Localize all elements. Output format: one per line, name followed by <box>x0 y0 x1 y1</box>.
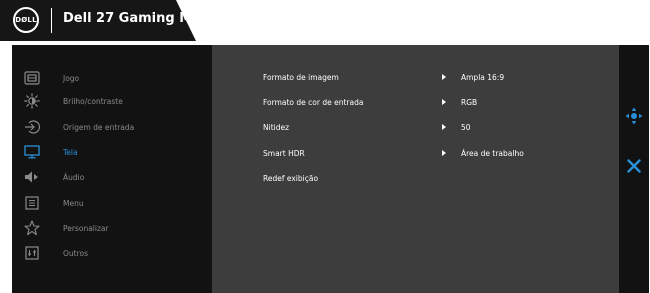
setting-row-smart-hdr[interactable]: Smart HDR Área de trabalho <box>212 142 619 166</box>
star-icon <box>23 219 41 237</box>
close-icon[interactable] <box>626 158 642 174</box>
arrow-right-icon <box>442 74 446 80</box>
gamepad-icon <box>23 69 41 87</box>
sidebar-item-label: Outros <box>63 248 89 258</box>
setting-row-formato-imagem[interactable]: Formato de imagem Ampla 16:9 <box>212 66 619 90</box>
display-icon <box>23 143 41 161</box>
setting-row-formato-cor[interactable]: Formato de cor de entrada RGB <box>212 91 619 115</box>
speaker-icon <box>23 168 41 186</box>
sidebar-menu: Jogo Brilho/contraste Origem de entrada … <box>12 45 212 293</box>
setting-value: 50 <box>461 123 471 132</box>
sidebar-item-brilho[interactable]: Brilho/contraste <box>12 89 212 113</box>
setting-row-nitidez[interactable]: Nitidez 50 <box>212 116 619 140</box>
sidebar-item-label: Origem de entrada <box>63 122 135 132</box>
sidebar-item-outros[interactable]: Outros <box>12 241 212 265</box>
sidebar-item-personalizar[interactable]: Personalizar <box>12 216 212 240</box>
setting-row-redef-exibicao[interactable]: Redef exibição <box>212 167 619 191</box>
sidebar-item-audio[interactable]: Áudio <box>12 165 212 189</box>
arrow-right-icon <box>442 99 446 105</box>
sidebar-item-label: Áudio <box>63 172 85 182</box>
setting-value: RGB <box>461 98 478 107</box>
control-bar <box>619 45 649 293</box>
sidebar-item-origem[interactable]: Origem de entrada <box>12 115 212 139</box>
setting-label: Smart HDR <box>263 149 305 158</box>
setting-label: Redef exibição <box>263 174 319 183</box>
arrow-right-icon <box>442 150 446 156</box>
setting-value: Ampla 16:9 <box>461 73 505 82</box>
sidebar-item-menu[interactable]: Menu <box>12 191 212 215</box>
sidebar-item-label: Brilho/contraste <box>63 96 123 106</box>
sidebar-item-label: Personalizar <box>63 223 109 233</box>
setting-label: Formato de imagem <box>263 73 339 82</box>
sidebar-item-tela[interactable]: Tela <box>12 140 212 164</box>
sidebar-item-label: Menu <box>63 198 84 208</box>
setting-value: Área de trabalho <box>461 149 524 158</box>
settings-panel: Formato de imagem Ampla 16:9 Formato de … <box>212 45 619 293</box>
monitor-osd-screen: DØLL Dell 27 Gaming Monitor Jogo Brilho/… <box>0 0 650 293</box>
sidebar-item-jogo[interactable]: Jogo <box>12 66 212 90</box>
setting-label: Formato de cor de entrada <box>263 98 364 107</box>
menu-icon <box>23 194 41 212</box>
sidebar-item-label: Tela <box>63 147 78 157</box>
monitor-title: Dell 27 Gaming Monitor <box>63 11 237 26</box>
setting-label: Nitidez <box>263 123 290 132</box>
brightness-icon <box>23 92 41 110</box>
input-source-icon <box>23 118 41 136</box>
header-tab: DØLL Dell 27 Gaming Monitor <box>0 0 236 41</box>
sidebar-item-label: Jogo <box>63 73 80 83</box>
arrow-right-icon <box>442 124 446 130</box>
others-icon <box>23 244 41 262</box>
dell-logo: DØLL <box>13 7 39 33</box>
navigate-icon[interactable] <box>625 107 643 125</box>
osd-panel: Jogo Brilho/contraste Origem de entrada … <box>12 45 649 293</box>
header-divider <box>51 8 52 33</box>
